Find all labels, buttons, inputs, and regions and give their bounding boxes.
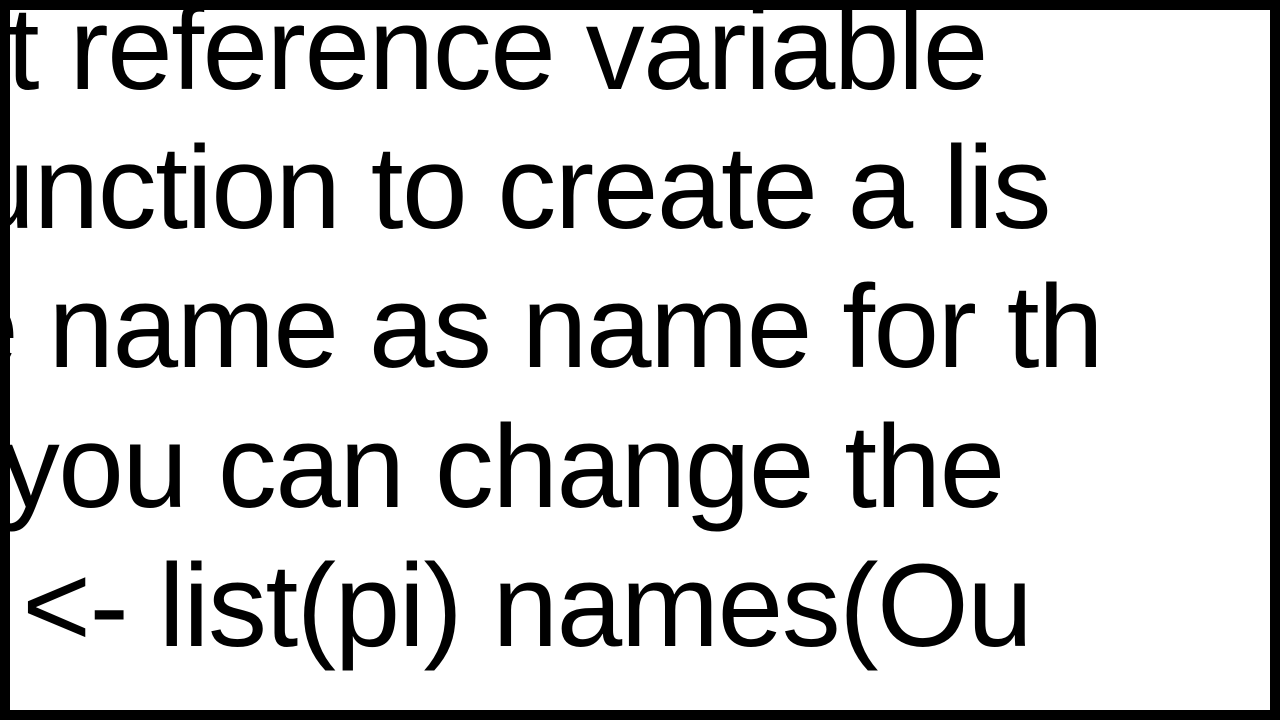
text-line-5: tput <- list(pi) names(Ou [0, 537, 1280, 676]
text-line-2: t() function to create a lis [0, 119, 1280, 258]
text-line-4: list, you can change the [0, 398, 1280, 537]
text-line-1: can't reference variable [0, 0, 1280, 119]
text-line-3: able name as name for th [0, 258, 1280, 397]
cropped-text-block: can't reference variable t() function to… [0, 0, 1280, 676]
document-frame: can't reference variable t() function to… [0, 0, 1280, 720]
